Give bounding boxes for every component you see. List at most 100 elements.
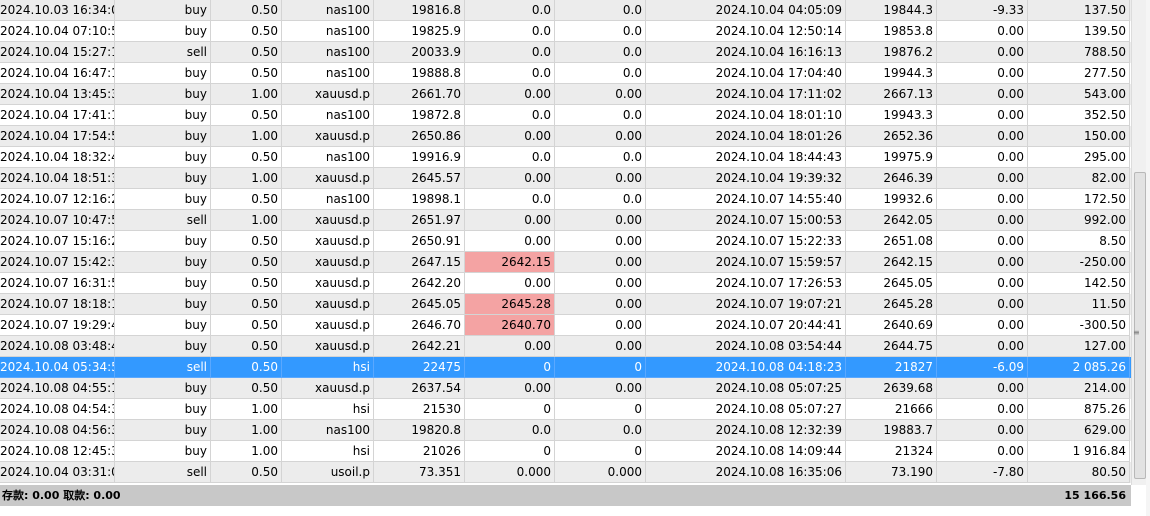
cell-close-price: 21666 (846, 399, 937, 420)
cell-stop-loss: 0.00 (465, 336, 555, 357)
cell-volume: 1.00 (211, 210, 282, 231)
cell-profit: 137.50 (1028, 0, 1130, 21)
table-row[interactable]: 2024.10.07 10:47:54 sell 1.00 xauusd.p 2651.… (0, 210, 1131, 231)
cell-stop-loss: 0 (465, 399, 555, 420)
cell-volume: 0.50 (211, 462, 282, 483)
table-row[interactable]: 2024.10.08 04:54:32 buy 1.00 hsi 21530 0 0 2024… (0, 399, 1131, 420)
cell-swap: 0.00 (937, 441, 1028, 462)
cell-stop-loss: 0.0 (465, 189, 555, 210)
cell-type: buy (115, 420, 211, 441)
cell-close-price: 73.190 (846, 462, 937, 483)
cell-stop-loss: 0.0 (465, 63, 555, 84)
cell-take-profit: 0.00 (555, 84, 646, 105)
cell-close-time: 2024.10.07 15:59:57 (646, 252, 846, 273)
cell-symbol: xauusd.p (282, 231, 374, 252)
cell-type: sell (115, 210, 211, 231)
cell-type: buy (115, 315, 211, 336)
cell-open-price: 2645.57 (374, 168, 465, 189)
cell-open-price: 19816.8 (374, 0, 465, 21)
table-row[interactable]: 2024.10.03 16:34:01 buy 0.50 nas100 19816.8 0… (0, 0, 1131, 21)
cell-symbol: nas100 (282, 0, 374, 21)
table-row[interactable]: 2024.10.04 15:27:13 sell 0.50 nas100 20033.9… (0, 42, 1131, 63)
cell-symbol: xauusd.p (282, 84, 374, 105)
cell-open-price: 22475 (374, 357, 465, 378)
table-row[interactable]: 2024.10.07 18:18:15 buy 0.50 xauusd.p 2645.0… (0, 294, 1131, 315)
cell-open-price: 73.351 (374, 462, 465, 483)
cell-close-time: 2024.10.08 12:32:39 (646, 420, 846, 441)
cell-type: buy (115, 231, 211, 252)
cell-type: sell (115, 462, 211, 483)
cell-volume: 0.50 (211, 273, 282, 294)
cell-profit: 352.50 (1028, 105, 1130, 126)
cell-symbol: xauusd.p (282, 210, 374, 231)
table-row[interactable]: 2024.10.07 12:16:21 buy 0.50 nas100 19898.1 0… (0, 189, 1131, 210)
cell-close-time: 2024.10.04 16:16:13 (646, 42, 846, 63)
cell-symbol: nas100 (282, 42, 374, 63)
cell-open-price: 2650.86 (374, 126, 465, 147)
cell-close-price: 19943.3 (846, 105, 937, 126)
cell-type: buy (115, 0, 211, 21)
table-row[interactable]: 2024.10.08 03:48:42 buy 0.50 xauusd.p 2642.2… (0, 336, 1131, 357)
table-row-selected[interactable]: 2024.10.04 05:34:55 sell 0.50 hsi 22475 0 0 202… (0, 357, 1131, 378)
cell-close-time: 2024.10.04 19:39:32 (646, 168, 846, 189)
cell-type: buy (115, 168, 211, 189)
table-row[interactable]: 2024.10.08 04:56:37 buy 1.00 nas100 19820.8 0… (0, 420, 1131, 441)
cell-close-time: 2024.10.07 19:07:21 (646, 294, 846, 315)
vertical-scrollbar[interactable] (1131, 0, 1147, 485)
cell-profit: 142.50 (1028, 273, 1130, 294)
cell-stop-loss: 0.00 (465, 84, 555, 105)
table-row[interactable]: 2024.10.04 18:32:45 buy 0.50 nas100 19916.9 0… (0, 147, 1131, 168)
cell-close-time: 2024.10.08 03:54:44 (646, 336, 846, 357)
cell-profit: 992.00 (1028, 210, 1130, 231)
cell-stop-loss: 0.0 (465, 147, 555, 168)
table-row[interactable]: 2024.10.04 03:31:00 sell 0.50 usoil.p 73.351… (0, 462, 1131, 483)
table-row[interactable]: 2024.10.04 13:45:37 buy 1.00 xauusd.p 2661.7… (0, 84, 1131, 105)
trade-history-panel: 2024.10.03 16:34:01 buy 0.50 nas100 19816.8 0… (0, 0, 1150, 516)
table-row[interactable]: 2024.10.07 19:29:45 buy 0.50 xauusd.p 2646.7… (0, 315, 1131, 336)
cell-open-time: 2024.10.07 10:47:54 (0, 210, 115, 231)
table-row[interactable]: 2024.10.08 04:55:13 buy 0.50 xauusd.p 2637.5… (0, 378, 1131, 399)
table-row[interactable]: 2024.10.07 15:42:32 buy 0.50 xauusd.p 2647.1… (0, 252, 1131, 273)
cell-take-profit: 0.0 (555, 105, 646, 126)
cell-symbol: xauusd.p (282, 378, 374, 399)
cell-swap: -6.09 (937, 357, 1028, 378)
cell-open-price: 2645.05 (374, 294, 465, 315)
table-row[interactable]: 2024.10.08 12:45:38 buy 1.00 hsi 21026 0 0 2024… (0, 441, 1131, 462)
cell-swap: 0.00 (937, 252, 1028, 273)
cell-volume: 1.00 (211, 399, 282, 420)
cell-volume: 0.50 (211, 105, 282, 126)
cell-take-profit: 0.00 (555, 168, 646, 189)
table-row[interactable]: 2024.10.04 16:47:12 buy 0.50 nas100 19888.8 0… (0, 63, 1131, 84)
cell-swap: -7.80 (937, 462, 1028, 483)
table-row[interactable]: 2024.10.07 16:31:51 buy 0.50 xauusd.p 2642.2… (0, 273, 1131, 294)
cell-close-price: 21324 (846, 441, 937, 462)
cell-open-price: 19916.9 (374, 147, 465, 168)
cell-open-price: 2637.54 (374, 378, 465, 399)
table-row[interactable]: 2024.10.07 15:16:28 buy 0.50 xauusd.p 2650.9… (0, 231, 1131, 252)
cell-close-time: 2024.10.08 14:09:44 (646, 441, 846, 462)
cell-type: buy (115, 147, 211, 168)
cell-take-profit: 0.0 (555, 420, 646, 441)
cell-profit: 172.50 (1028, 189, 1130, 210)
table-row[interactable]: 2024.10.04 07:10:57 buy 0.50 nas100 19825.9 0… (0, 21, 1131, 42)
cell-profit: 11.50 (1028, 294, 1130, 315)
cell-swap: 0.00 (937, 84, 1028, 105)
cell-symbol: hsi (282, 441, 374, 462)
cell-profit: 150.00 (1028, 126, 1130, 147)
scrollbar-thumb[interactable] (1134, 172, 1146, 479)
table-row[interactable]: 2024.10.04 18:51:38 buy 1.00 xauusd.p 2645.5… (0, 168, 1131, 189)
cell-volume: 0.50 (211, 42, 282, 63)
cell-take-profit: 0 (555, 357, 646, 378)
cell-close-time: 2024.10.08 04:18:23 (646, 357, 846, 378)
deposit-withdraw-summary: 存款: 0.00 取款: 0.00 (2, 489, 121, 502)
cell-type: sell (115, 357, 211, 378)
cell-swap: 0.00 (937, 231, 1028, 252)
table-row[interactable]: 2024.10.04 17:41:17 buy 0.50 nas100 19872.8 0… (0, 105, 1131, 126)
cell-take-profit: 0.00 (555, 378, 646, 399)
cell-symbol: nas100 (282, 420, 374, 441)
cell-take-profit: 0.0 (555, 21, 646, 42)
table-row[interactable]: 2024.10.04 17:54:52 buy 1.00 xauusd.p 2650.8… (0, 126, 1131, 147)
cell-open-time: 2024.10.04 13:45:37 (0, 84, 115, 105)
cell-symbol: xauusd.p (282, 126, 374, 147)
cell-type: buy (115, 252, 211, 273)
